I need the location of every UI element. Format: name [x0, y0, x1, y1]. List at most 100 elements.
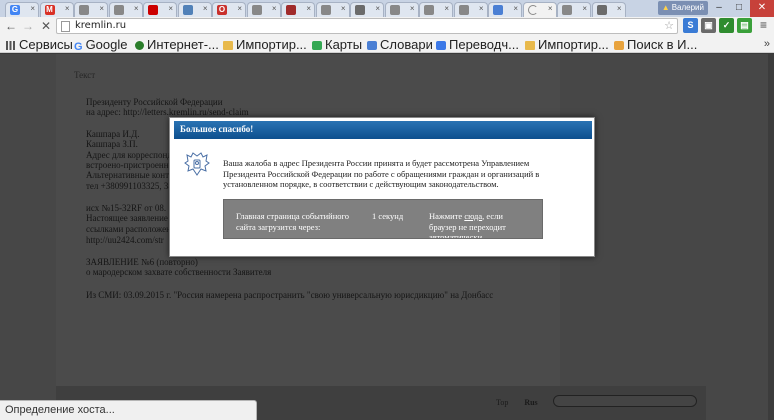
- bookmark-item[interactable]: Карты: [312, 36, 362, 52]
- translate-icon: [436, 41, 446, 50]
- close-tab-icon[interactable]: ×: [582, 4, 587, 13]
- close-tab-icon[interactable]: ×: [168, 4, 173, 13]
- generic-page-icon: [79, 5, 89, 15]
- generic-page-icon: [562, 5, 572, 15]
- bookmark-item[interactable]: Поиск в И...: [614, 36, 697, 52]
- page-text-line: ссылками расположена: [86, 224, 175, 234]
- bookmark-item[interactable]: Импортир...: [525, 36, 609, 52]
- extension-s-icon[interactable]: S: [683, 18, 698, 33]
- menu-icon[interactable]: ≡: [756, 18, 771, 33]
- bookmark-label: Импортир...: [236, 37, 307, 52]
- generic-page-icon: [320, 5, 331, 15]
- click-prefix: Нажмите: [429, 211, 463, 221]
- generic-page-icon: [113, 5, 124, 15]
- more-bookmarks-icon[interactable]: »: [764, 36, 770, 52]
- forward-arrow-icon[interactable]: →: [20, 18, 36, 34]
- maximize-button[interactable]: □: [730, 0, 748, 17]
- close-tab-icon[interactable]: ×: [237, 4, 242, 13]
- close-tab-icon[interactable]: ×: [30, 4, 35, 13]
- close-tab-icon[interactable]: ×: [444, 4, 449, 13]
- close-tab-icon[interactable]: ×: [65, 4, 70, 13]
- close-tab-icon[interactable]: ×: [513, 4, 518, 13]
- browser-tab[interactable]: ×: [108, 2, 143, 17]
- bookmark-item[interactable]: Переводч...: [436, 36, 519, 52]
- folder-icon: [223, 41, 233, 50]
- browser-tab[interactable]: ×: [315, 2, 350, 17]
- bookmark-item[interactable]: Интернет-...: [135, 36, 219, 52]
- footer-link-top[interactable]: Top: [496, 398, 508, 407]
- browser-tab[interactable]: ×: [453, 2, 488, 17]
- tab-strip: ▲ Валерий – □ ✕ G × M × × × × × O × × × × × × × × × × × ×: [0, 0, 774, 17]
- page-text-line: на адрес: http://letters.kremlin.ru/send…: [86, 107, 249, 117]
- apps-icon: [6, 41, 16, 50]
- browser-tab[interactable]: ×: [246, 2, 281, 17]
- browser-tab[interactable]: ×: [281, 2, 315, 17]
- close-tab-icon[interactable]: ×: [203, 4, 208, 13]
- bookmark-item[interactable]: G Google: [74, 36, 127, 52]
- browser-tab[interactable]: M ×: [39, 2, 74, 17]
- browser-tab[interactable]: ×: [591, 2, 626, 17]
- warning-icon: ▲: [661, 3, 670, 12]
- page-text-line: исх №15-32RF от 08.: [86, 203, 167, 213]
- redirect-notice: Главная страница событийного сайта загру…: [223, 199, 543, 239]
- extension-screen-icon[interactable]: ▣: [701, 18, 716, 33]
- loading-icon: [527, 5, 538, 15]
- extension-green-icon[interactable]: ▤: [737, 18, 752, 33]
- close-tab-icon[interactable]: ×: [375, 4, 380, 13]
- page-text-line: Президенту Российской Федерации: [86, 97, 223, 107]
- back-arrow-icon[interactable]: ←: [3, 18, 19, 34]
- status-bubble: Определение хоста...: [0, 400, 257, 420]
- bookmark-star-icon[interactable]: ☆: [664, 19, 674, 32]
- page-text-line: Настоящее заявление: [86, 213, 168, 223]
- address-bar[interactable]: kremlin.ru ☆: [56, 18, 678, 34]
- browser-tab[interactable]: ×: [522, 2, 557, 17]
- browser-tab[interactable]: ×: [350, 2, 384, 17]
- gmail-icon: M: [44, 5, 55, 15]
- user-name: Валерий: [671, 3, 704, 12]
- redirect-click-text: Нажмите сюда, если браузер не переходит …: [429, 211, 527, 238]
- close-tab-icon[interactable]: ×: [134, 4, 139, 13]
- search-icon: [614, 41, 624, 50]
- scrollbar[interactable]: [768, 54, 774, 420]
- url-text: kremlin.ru: [75, 20, 127, 31]
- browser-tab[interactable]: ×: [384, 2, 419, 17]
- minimize-button[interactable]: –: [710, 0, 728, 17]
- user-profile-badge[interactable]: ▲ Валерий: [657, 1, 708, 15]
- close-tab-icon[interactable]: ×: [548, 4, 553, 13]
- close-tab-icon[interactable]: ×: [99, 4, 104, 13]
- footer-link-rus[interactable]: Rus: [524, 398, 537, 407]
- generic-page-icon: [251, 5, 262, 15]
- page-icon: [61, 21, 70, 32]
- bookmark-item[interactable]: Импортир...: [223, 36, 307, 52]
- uzb-icon: [286, 5, 296, 15]
- page-text-line: Из СМИ: 03.09.2015 г. "Россия намерена р…: [86, 290, 494, 300]
- redirect-link[interactable]: сюда: [464, 211, 482, 221]
- extension-evernote-icon[interactable]: ✓: [719, 18, 734, 33]
- generic-page-icon: [424, 5, 434, 15]
- close-window-button[interactable]: ✕: [750, 0, 774, 17]
- browser-tab[interactable]: ×: [488, 2, 522, 17]
- close-tab-icon[interactable]: ×: [410, 4, 415, 13]
- browser-tab[interactable]: ×: [419, 2, 453, 17]
- browser-tab[interactable]: ×: [74, 2, 108, 17]
- close-tab-icon[interactable]: ×: [272, 4, 277, 13]
- bookmark-label: Переводч...: [449, 37, 519, 52]
- close-tab-icon[interactable]: ×: [341, 4, 346, 13]
- bookmark-item[interactable]: Словари: [367, 36, 433, 52]
- stop-loading-icon[interactable]: ✕: [38, 18, 54, 34]
- close-tab-icon[interactable]: ×: [306, 4, 311, 13]
- bookmark-label: Импортир...: [538, 37, 609, 52]
- folder-icon: [525, 41, 535, 50]
- close-tab-icon[interactable]: ×: [617, 4, 622, 13]
- bookmark-label: Словари: [380, 37, 433, 52]
- dialog-message: Ваша жалоба в адрес Президента России пр…: [223, 158, 540, 189]
- browser-tab[interactable]: G ×: [5, 2, 39, 17]
- browser-tab[interactable]: ×: [557, 2, 591, 17]
- dictionary-icon: [367, 41, 377, 50]
- close-tab-icon[interactable]: ×: [479, 4, 484, 13]
- browser-tab[interactable]: ×: [143, 2, 177, 17]
- browser-tab[interactable]: ×: [177, 2, 212, 17]
- footer-search-input[interactable]: [553, 395, 697, 407]
- bookmark-item[interactable]: Сервисы: [6, 36, 73, 52]
- browser-tab[interactable]: O ×: [212, 2, 246, 17]
